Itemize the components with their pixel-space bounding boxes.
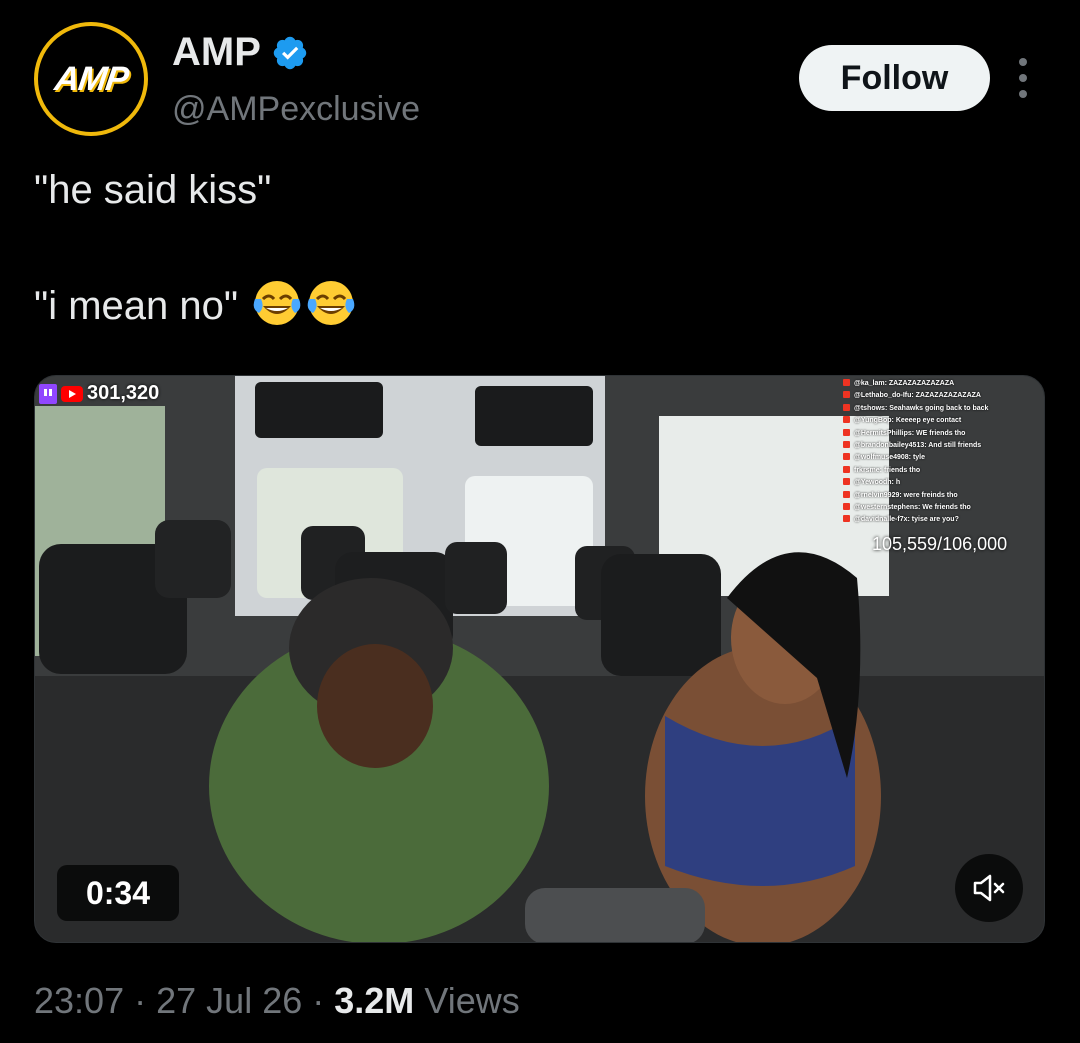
post-date[interactable]: 27 Jul 26 <box>156 980 302 1021</box>
sub-goal-counter: 105,559/106,000 <box>872 534 1008 554</box>
chat-line: @Lethabo_do-Ifu: ZAZAZAZAZAZAZA <box>843 390 1043 402</box>
chat-line: @Yewoodh: h <box>843 477 1043 489</box>
author-handle[interactable]: @AMPexclusive <box>172 90 420 129</box>
chat-line: @tshows: Seahawks going back to back <box>843 403 1043 415</box>
chat-line: @HermitsPhillips: WE friends tho <box>843 428 1043 440</box>
stream-chat-overlay: @ka_lam: ZAZAZAZAZAZAZA @Lethabo_do-Ifu:… <box>843 378 1043 527</box>
chat-line: @westernstephens: We friends tho <box>843 502 1043 514</box>
laughing-tears-emoji-icon <box>253 281 301 325</box>
post-time[interactable]: 23:07 <box>34 980 124 1021</box>
meta-separator: · <box>134 980 147 1021</box>
live-viewer-badge: 301,320 <box>39 382 159 405</box>
views-label: Views <box>424 980 520 1021</box>
meta-separator: · <box>312 980 325 1021</box>
laughing-tears-emoji-icon <box>307 281 355 325</box>
tweet-text-line-2-wrapper: "i mean no" <box>34 276 357 336</box>
author-avatar[interactable]: AMP <box>34 22 148 136</box>
unmute-button[interactable] <box>955 854 1023 922</box>
chat-line: @davidnalle-f7x: tyise are you? <box>843 514 1043 526</box>
speaker-muted-icon <box>973 874 1005 902</box>
avatar-logo-text: AMP <box>52 59 131 98</box>
tweet-meta: 23:07 · 27 Jul 26 · 3.2M Views <box>34 980 520 1022</box>
video-player[interactable]: 301,320 @ka_lam: ZAZAZAZAZAZAZA @Lethabo… <box>34 375 1045 943</box>
chat-line: @brandonbailey4513: And still friends <box>843 440 1043 452</box>
tweet-text-line-1: "he said kiss" <box>34 168 272 212</box>
twitch-icon <box>39 383 57 404</box>
more-options-icon[interactable] <box>1012 58 1034 98</box>
tweet-header: AMP AMP @AMPexclusive Follow <box>0 0 1080 150</box>
chat-line: @rnelvin9929: were freinds tho <box>843 490 1043 502</box>
youtube-icon <box>61 385 83 402</box>
video-timestamp: 0:34 <box>57 865 179 921</box>
chat-line: @YungBop: Keeeep eye contact <box>843 415 1043 427</box>
verified-badge-icon <box>273 36 307 69</box>
views-count: 3.2M <box>334 980 415 1021</box>
tweet-text-line-2: "i mean no" <box>34 284 239 328</box>
tweet-body: "he said kiss" "i mean no" <box>34 160 357 336</box>
viewer-count: 301,320 <box>87 382 160 404</box>
author-name-row[interactable]: AMP <box>172 30 309 75</box>
chat-line: @wolfmuse4908: tyle <box>843 452 1043 464</box>
follow-button[interactable]: Follow <box>799 45 990 111</box>
chat-line: frkrsme: friends tho <box>843 465 1043 477</box>
chat-line: @ka_lam: ZAZAZAZAZAZAZA <box>843 378 1043 390</box>
author-display-name[interactable]: AMP <box>172 30 261 75</box>
